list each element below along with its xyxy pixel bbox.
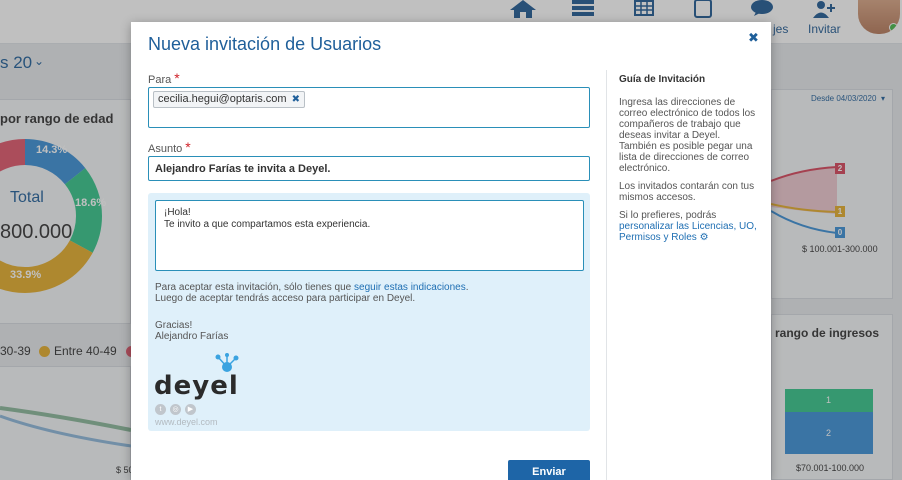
guide-paragraph-1: Ingresa las direcciones de correo electr… (619, 97, 756, 174)
instagram-icon[interactable]: ◎ (170, 404, 181, 415)
guide-paragraph-2: Los invitados contarán con tus mismos ac… (619, 181, 755, 203)
required-asterisk-icon: * (185, 139, 191, 155)
twitter-icon[interactable]: t (155, 404, 166, 415)
gear-icon[interactable]: ⚙ (700, 232, 709, 243)
customize-permissions-link[interactable]: personalizar las Licencias, UO, Permisos… (619, 221, 757, 243)
modal-title: Nueva invitación de Usuarios (148, 34, 382, 54)
sender-name: Alejandro Farías (155, 331, 229, 342)
accept-instructions-text: Para aceptar esta invitación, sólo tiene… (155, 282, 469, 293)
logo-text: deyel (154, 371, 239, 401)
guide-title: Guía de Invitación (619, 74, 706, 85)
email-body-preview: ¡Hola! Te invito a que compartamos esta … (148, 193, 590, 431)
message-textarea[interactable]: ¡Hola! Te invito a que compartamos esta … (155, 200, 584, 271)
recipient-chip: cecilia.hegui@optaris.com ✖ (153, 91, 305, 108)
youtube-icon[interactable]: ▶ (185, 404, 196, 415)
invite-guide-panel: Guía de Invitación Ingresa las direccion… (619, 74, 759, 250)
modal-divider (606, 70, 607, 480)
subject-input[interactable] (148, 156, 590, 181)
instructions-link[interactable]: seguir estas indicaciones (354, 282, 466, 293)
guide-paragraph-3: Si lo prefieres, podrás personalizar las… (619, 210, 757, 243)
website-link[interactable]: www.deyel.com (155, 417, 218, 427)
to-label: Para * (148, 70, 180, 86)
close-icon[interactable]: ✖ (748, 30, 759, 46)
remove-recipient-icon[interactable]: ✖ (292, 92, 300, 107)
send-button[interactable]: Enviar (508, 460, 590, 480)
invite-users-modal: Nueva invitación de Usuarios ✖ Para * cec… (131, 22, 771, 480)
after-accept-text: Luego de aceptar tendrás acceso para par… (155, 293, 416, 304)
required-asterisk-icon: * (174, 70, 180, 86)
subject-label: Asunto * (148, 139, 191, 155)
recipients-field[interactable]: cecilia.hegui@optaris.com ✖ (148, 87, 590, 128)
thanks-text: Gracias! (155, 320, 193, 331)
recipient-email: cecilia.hegui@optaris.com (158, 93, 287, 105)
deyel-logo: deyel (154, 353, 264, 403)
